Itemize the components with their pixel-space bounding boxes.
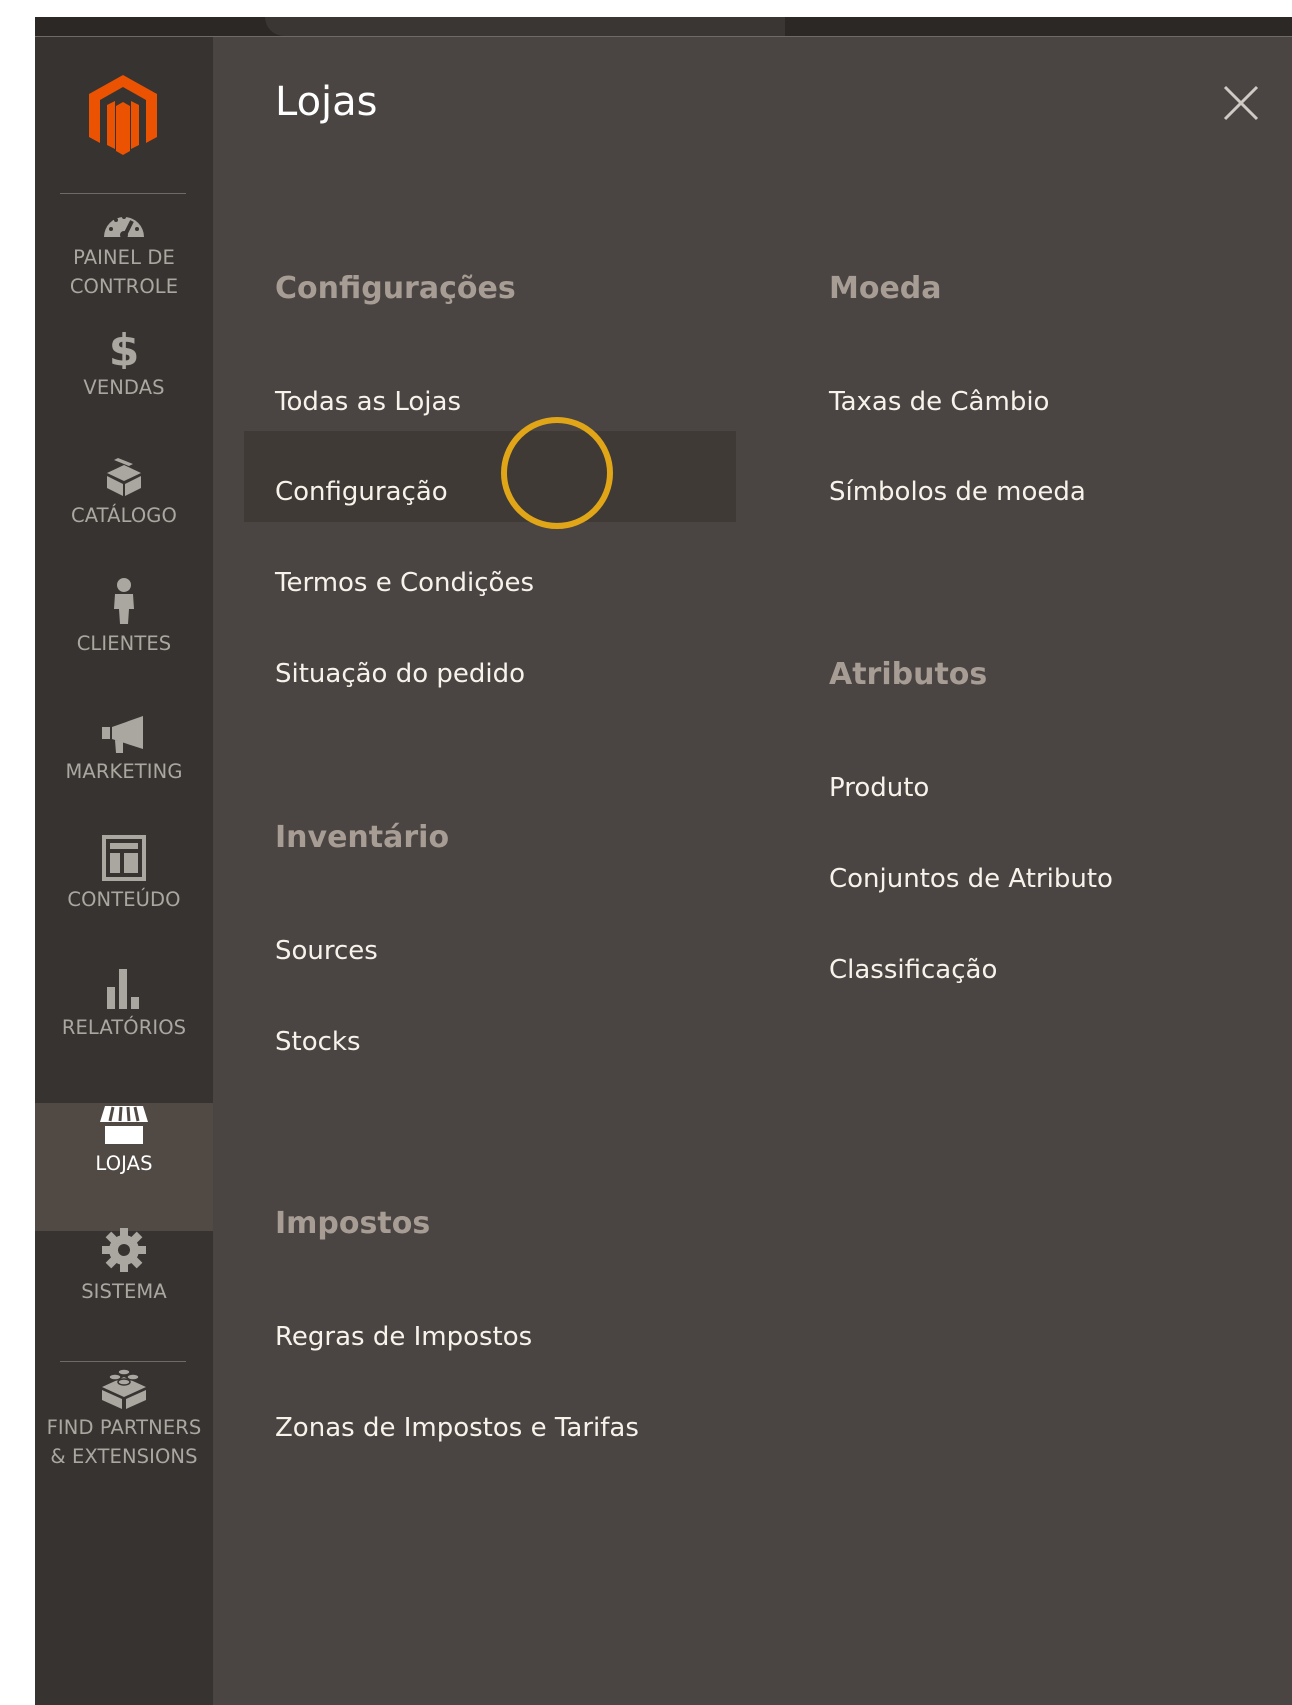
nav-item-catalog[interactable]: CATÁLOGO [35, 455, 213, 583]
nav-label-reports: RELATÓRIOS [61, 1016, 187, 1039]
megaphone-icon [35, 711, 213, 757]
link-situacao-do-pedido[interactable]: Situação do pedido [275, 659, 525, 689]
nav-label-customers: CLIENTES [76, 632, 172, 655]
box-icon [35, 455, 213, 501]
link-produto[interactable]: Produto [829, 773, 929, 803]
person-icon [35, 578, 213, 629]
store-icon [35, 1103, 213, 1149]
link-sources[interactable]: Sources [275, 936, 378, 966]
dollar-icon: $ [35, 327, 213, 373]
link-simbolos-de-moeda[interactable]: Símbolos de moeda [829, 477, 1086, 507]
svg-text:$: $ [109, 327, 140, 369]
sidebar-divider [60, 193, 186, 194]
gear-icon [35, 1228, 213, 1277]
close-icon[interactable] [1221, 83, 1261, 123]
nav-item-sales[interactable]: $ VENDAS [35, 327, 213, 455]
panel-title: Lojas [275, 79, 378, 125]
link-configuracao[interactable]: Configuração [275, 477, 448, 507]
nav-label-system: SISTEMA [81, 1280, 167, 1303]
nav-item-content[interactable]: CONTEÚDO [35, 835, 213, 967]
nav-item-partners[interactable]: FIND PARTNERS & EXTENSIONS [35, 1367, 213, 1517]
link-termos-e-condicoes[interactable]: Termos e Condições [275, 568, 534, 598]
sidebar-divider [60, 1361, 186, 1362]
link-regras-de-impostos[interactable]: Regras de Impostos [275, 1322, 532, 1352]
nav-item-system[interactable]: SISTEMA [35, 1228, 213, 1359]
browser-tab-edge [265, 17, 785, 36]
dashboard-icon [35, 197, 213, 243]
nav-item-dashboard[interactable]: PAINEL DE CONTROLE [35, 197, 213, 325]
nav-label-dashboard: PAINEL DE CONTROLE [69, 246, 179, 298]
nav-label-sales: VENDAS [83, 376, 165, 399]
link-zonas-de-impostos-e-tarifas[interactable]: Zonas de Impostos e Tarifas [275, 1413, 639, 1443]
nav-item-stores[interactable]: LOJAS [35, 1103, 213, 1231]
section-title-inventario: Inventário [275, 820, 450, 855]
link-classificacao[interactable]: Classificação [829, 955, 997, 985]
link-conjuntos-de-atributo[interactable]: Conjuntos de Atributo [829, 864, 1113, 894]
stores-submenu-panel: Lojas Configurações Todas as Lojas Confi… [213, 37, 1292, 1705]
bar-chart-icon [35, 967, 213, 1013]
cursor-highlight-ring [501, 417, 613, 529]
nav-item-customers[interactable]: CLIENTES [35, 578, 213, 711]
nav-label-catalog: CATÁLOGO [71, 504, 177, 527]
link-stocks[interactable]: Stocks [275, 1027, 361, 1057]
section-title-atributos: Atributos [829, 657, 988, 692]
nav-label-content: CONTEÚDO [67, 888, 181, 911]
section-title-configuracoes: Configurações [275, 271, 516, 306]
nav-item-marketing[interactable]: MARKETING [35, 711, 213, 839]
nav-item-reports[interactable]: RELATÓRIOS [35, 967, 213, 1095]
section-title-moeda: Moeda [829, 271, 942, 306]
nav-label-partners: FIND PARTNERS & EXTENSIONS [46, 1416, 202, 1468]
link-todas-as-lojas[interactable]: Todas as Lojas [275, 387, 461, 417]
lego-block-icon [35, 1367, 213, 1413]
nav-label-marketing: MARKETING [65, 760, 183, 783]
admin-sidebar: PAINEL DE CONTROLE $ VENDAS CATÁLOGO CLI… [35, 37, 213, 1705]
link-taxas-de-cambio[interactable]: Taxas de Câmbio [829, 387, 1049, 417]
nav-label-stores: LOJAS [95, 1152, 153, 1175]
magento-logo-icon[interactable] [85, 71, 161, 157]
section-title-impostos: Impostos [275, 1206, 431, 1241]
browser-top-strip [35, 17, 1292, 37]
layout-icon [35, 835, 213, 885]
